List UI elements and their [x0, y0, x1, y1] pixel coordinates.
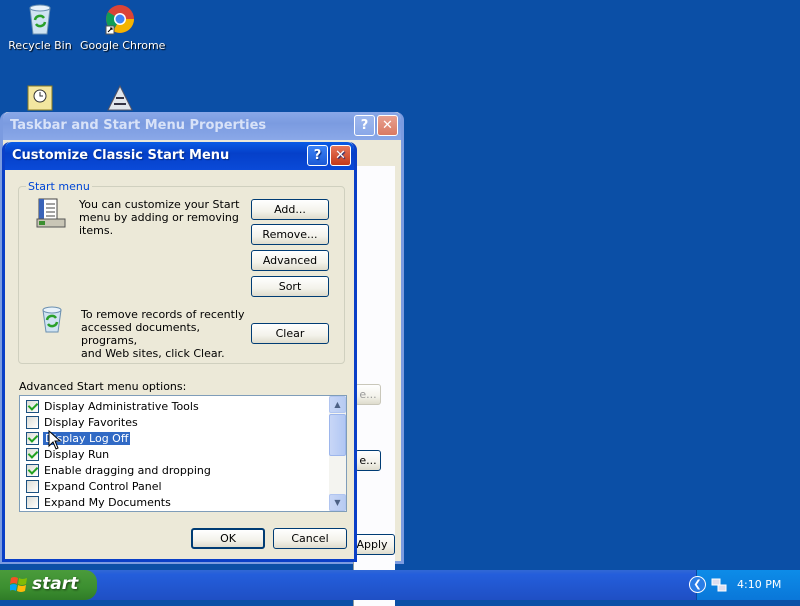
- taskbar-properties-titlebar[interactable]: Taskbar and Start Menu Properties ? ✕: [3, 112, 401, 140]
- help-icon: ?: [360, 118, 369, 133]
- options-label: Advanced Start menu options:: [19, 380, 187, 393]
- customize-start-menu-dialog[interactable]: Customize Classic Start Menu ? ✕ Start m…: [2, 142, 357, 562]
- windows-logo-icon: [9, 576, 28, 598]
- checkbox[interactable]: [26, 496, 39, 509]
- network-icon[interactable]: [711, 577, 727, 596]
- scroll-down-button[interactable]: ▼: [329, 494, 346, 511]
- advanced-button[interactable]: Advanced: [251, 250, 329, 271]
- system-tray: ❮ 4:10 PM: [689, 570, 800, 600]
- list-item[interactable]: Enable dragging and dropping: [24, 462, 324, 478]
- clock[interactable]: 4:10 PM: [737, 578, 781, 591]
- clear-description: To remove records of recently accessed d…: [81, 308, 245, 360]
- desktop-icon-recycle-bin[interactable]: Recycle Bin: [0, 2, 80, 52]
- list-item[interactable]: Expand My Documents: [24, 494, 324, 510]
- customize-description: You can customize your Start menu by add…: [79, 198, 240, 237]
- start-button[interactable]: start: [0, 570, 97, 600]
- vertical-scrollbar[interactable]: ▲ ▼: [329, 396, 346, 511]
- list-item[interactable]: Display Administrative Tools: [24, 398, 324, 414]
- checkbox[interactable]: [26, 432, 39, 445]
- list-item[interactable]: Display Log Off: [24, 430, 324, 446]
- ok-button[interactable]: OK: [191, 528, 265, 549]
- partial-button-1[interactable]: e...: [355, 384, 381, 405]
- help-button[interactable]: ?: [307, 145, 328, 166]
- close-icon: ✕: [382, 118, 393, 133]
- mouse-cursor-icon: [48, 429, 62, 453]
- advanced-options-list[interactable]: Display Administrative Tools Display Fav…: [19, 395, 347, 512]
- checkbox[interactable]: [26, 416, 39, 429]
- chevron-up-icon: ▲: [334, 400, 341, 409]
- partial-button-2[interactable]: e...: [355, 450, 381, 471]
- close-button[interactable]: ✕: [377, 115, 398, 136]
- show-hidden-icons-button[interactable]: ❮: [689, 576, 706, 593]
- window-title: Taskbar and Start Menu Properties: [10, 118, 267, 133]
- recycle-bin-icon: [0, 2, 80, 36]
- cancel-button[interactable]: Cancel: [273, 528, 347, 549]
- close-icon: ✕: [335, 148, 346, 163]
- list-item[interactable]: Display Run: [24, 446, 324, 462]
- dialog-titlebar[interactable]: Customize Classic Start Menu ? ✕: [5, 142, 354, 170]
- checkbox[interactable]: [26, 480, 39, 493]
- checkbox[interactable]: [26, 464, 39, 477]
- group-label: Start menu: [26, 180, 92, 193]
- help-button[interactable]: ?: [354, 115, 375, 136]
- shortcut-app-icon: [80, 84, 160, 112]
- dialog-title: Customize Classic Start Menu: [12, 148, 230, 163]
- desktop-icon-label: Google Chrome: [80, 39, 166, 52]
- calendar-clock-icon: [0, 84, 80, 112]
- desktop-icon-chrome[interactable]: Google Chrome: [80, 2, 166, 52]
- checkbox[interactable]: [26, 448, 39, 461]
- scroll-up-button[interactable]: ▲: [329, 396, 346, 413]
- chrome-icon: [80, 2, 160, 36]
- desktop-icon-scheduler[interactable]: [0, 84, 80, 112]
- taskbar: start ❮ 4:10 PM: [0, 570, 800, 600]
- start-label: start: [32, 574, 79, 594]
- desktop-icon-shortcut[interactable]: [80, 84, 160, 112]
- help-icon: ?: [313, 148, 322, 163]
- chevron-down-icon: ▼: [334, 498, 341, 507]
- list-item[interactable]: Expand Control Panel: [24, 478, 324, 494]
- add-button[interactable]: Add...: [251, 199, 329, 220]
- scroll-thumb[interactable]: [329, 414, 346, 456]
- sort-button[interactable]: Sort: [251, 276, 329, 297]
- recycle-bin-icon: [37, 304, 67, 337]
- checkbox[interactable]: [26, 400, 39, 413]
- start-menu-icon: [35, 197, 69, 232]
- desktop-icon-label: Recycle Bin: [8, 39, 72, 52]
- remove-button[interactable]: Remove...: [251, 224, 329, 245]
- clear-button[interactable]: Clear: [251, 323, 329, 344]
- close-button[interactable]: ✕: [330, 145, 351, 166]
- list-item[interactable]: Display Favorites: [24, 414, 324, 430]
